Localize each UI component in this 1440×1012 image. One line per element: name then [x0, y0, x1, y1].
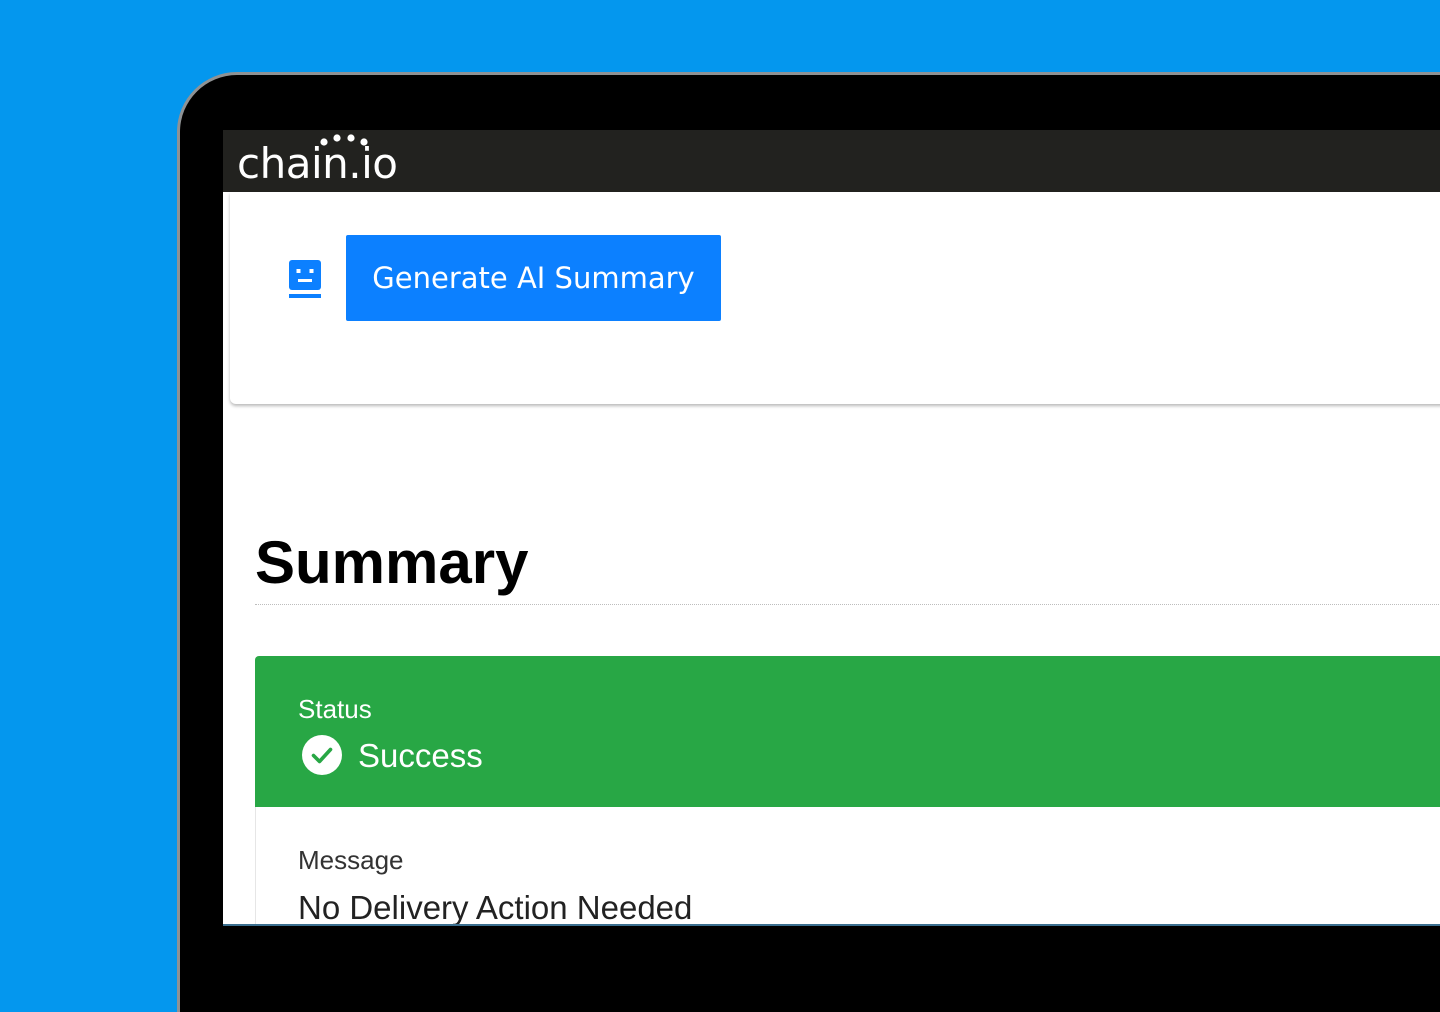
screen-edge [223, 924, 1440, 926]
divider [255, 604, 1440, 605]
brand-logo-text: chain.io [237, 139, 398, 188]
message-label: Message [298, 845, 404, 875]
top-bar: chain.io [223, 130, 1440, 192]
status-label: Status [298, 694, 372, 724]
generate-ai-summary-label: Generate AI Summary [372, 261, 695, 295]
brand-logo[interactable]: chain.io [237, 136, 398, 192]
ai-summary-card: Generate AI Summary [230, 192, 1440, 404]
check-circle-icon [302, 735, 342, 775]
app-screen: chain.io Generate AI Summary Summary Sta… [223, 130, 1440, 926]
status-value: Success [358, 737, 483, 774]
summary-heading: Summary [255, 529, 529, 596]
status-panel: Status Success [255, 656, 1440, 807]
generate-ai-summary-button[interactable]: Generate AI Summary [346, 235, 721, 321]
message-panel: Message No Delivery Action Needed [255, 807, 1440, 926]
robot-icon [289, 260, 321, 298]
message-value: No Delivery Action Needed [298, 889, 693, 926]
